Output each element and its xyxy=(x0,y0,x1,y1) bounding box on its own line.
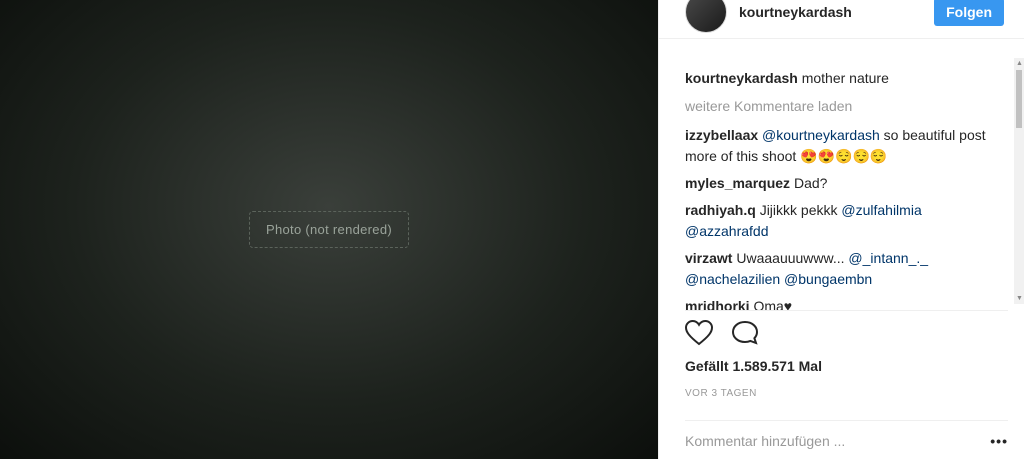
comment-user[interactable]: izzybellaax xyxy=(685,127,758,143)
comment-user[interactable]: mridhorki xyxy=(685,298,750,314)
comment-row: radhiyah.q Jijikkk pekkk @zulfahilmia @a… xyxy=(685,200,1003,242)
comment-text: Oma♥ xyxy=(753,298,793,314)
comment-list: kourtneykardash mother nature weitere Ko… xyxy=(685,68,1003,323)
comment-user[interactable]: myles_marquez xyxy=(685,175,790,191)
comment-scrollbar[interactable]: ▲ ▼ xyxy=(1014,58,1024,304)
comment-row: mridhorki Oma♥ xyxy=(685,296,1003,317)
instagram-post: Photo (not rendered) kourtneykardash Fol… xyxy=(0,0,1024,459)
post-image[interactable]: Photo (not rendered) xyxy=(0,0,658,459)
like-count[interactable]: Gefällt 1.589.571 Mal xyxy=(685,358,822,374)
divider xyxy=(685,310,1008,311)
comment-user[interactable]: virzawt xyxy=(685,250,732,266)
scroll-up-icon[interactable]: ▲ xyxy=(1016,60,1023,67)
caption-user[interactable]: kourtneykardash xyxy=(685,70,798,86)
post-sidebar: kourtneykardash Folgen kourtneykardash m… xyxy=(658,0,1024,459)
follow-button[interactable]: Folgen xyxy=(934,0,1004,26)
comment-input[interactable]: Kommentar hinzufügen ... xyxy=(685,433,845,449)
avatar[interactable] xyxy=(685,0,727,33)
comment-user[interactable]: radhiyah.q xyxy=(685,202,756,218)
username[interactable]: kourtneykardash xyxy=(739,4,934,20)
comment-row: izzybellaax @kourtneykardash so beautifu… xyxy=(685,125,1003,167)
action-bar xyxy=(684,319,759,351)
comment-text: Dad? xyxy=(793,175,828,191)
more-options-icon[interactable]: ••• xyxy=(990,433,1008,449)
comment-icon[interactable] xyxy=(731,320,759,351)
comment-row: myles_marquez Dad? xyxy=(685,173,1003,194)
add-comment-bar: Kommentar hinzufügen ... ••• xyxy=(685,420,1008,449)
caption: kourtneykardash mother nature xyxy=(685,68,1003,89)
comment-mention[interactable]: @kourtneykardash xyxy=(762,127,880,143)
scroll-down-icon[interactable]: ▼ xyxy=(1016,295,1023,302)
load-more-comments[interactable]: weitere Kommentare laden xyxy=(685,96,1003,117)
comment-row: virzawt Uwaaauuuwww... @_intann_._ @nach… xyxy=(685,248,1003,290)
post-header: kourtneykardash Folgen xyxy=(659,0,1024,39)
comment-text: Uwaaauuuwww... xyxy=(736,250,845,266)
heart-icon[interactable] xyxy=(684,319,714,351)
image-placeholder-label: Photo (not rendered) xyxy=(249,211,409,248)
comment-text: Jijikkk pekkk xyxy=(759,202,838,218)
caption-text: mother nature xyxy=(801,70,889,86)
scrollbar-thumb[interactable] xyxy=(1016,70,1022,128)
post-timestamp[interactable]: VOR 3 TAGEN xyxy=(685,388,757,399)
